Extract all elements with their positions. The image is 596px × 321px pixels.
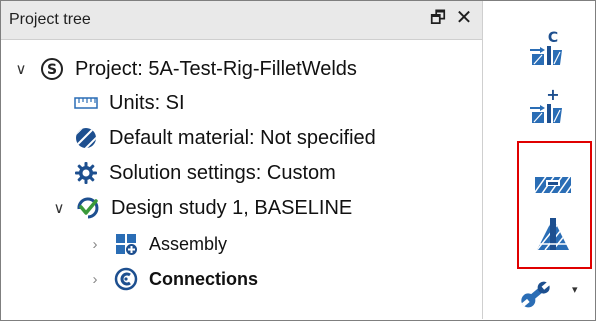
tree-item-connections[interactable]: › Connections xyxy=(85,262,258,296)
close-panel-button[interactable]: ✕ xyxy=(453,7,475,29)
svg-text:S: S xyxy=(47,62,57,78)
expand-toggle-assembly[interactable]: › xyxy=(85,236,105,253)
tree-label-assembly: Assembly xyxy=(149,233,228,254)
wrench-icon xyxy=(521,281,551,308)
tree-item-project[interactable]: ∨ S Project: 5A-Test-Rig-FilletWelds xyxy=(11,52,357,86)
highlight-box xyxy=(517,141,592,269)
expand-toggle-design-study[interactable]: ∨ xyxy=(49,199,69,217)
panel-titlebar: Project tree 🗗 ✕ xyxy=(1,1,482,40)
copy-connection-icon: C xyxy=(530,30,562,65)
add-connection-icon: + xyxy=(530,86,562,123)
tree-item-units[interactable]: Units: SI xyxy=(73,86,185,120)
material-icon xyxy=(73,125,99,151)
expand-toggle-connections[interactable]: › xyxy=(85,271,105,288)
tree-label-solution-settings: Solution settings: Custom xyxy=(109,161,336,184)
expand-toggle-project[interactable]: ∨ xyxy=(11,60,31,78)
svg-text:+: + xyxy=(546,86,559,104)
tree-item-design-study[interactable]: ∨ Design study 1, BASELINE xyxy=(49,191,353,225)
svg-text:C: C xyxy=(548,30,558,46)
project-tree-panel: Project tree 🗗 ✕ ∨ S Project: 5A-Test-Ri… xyxy=(1,1,483,319)
connections-icon xyxy=(113,266,139,292)
project-tree: ∨ S Project: 5A-Test-Rig-FilletWelds Uni… xyxy=(1,40,482,319)
ruler-icon xyxy=(73,90,99,116)
assembly-icon xyxy=(113,231,139,257)
copy-connection-button[interactable]: C xyxy=(526,28,566,68)
add-connection-button[interactable]: + xyxy=(526,86,566,126)
tree-label-material: Default material: Not specified xyxy=(109,126,376,149)
design-study-icon xyxy=(75,195,101,221)
float-panel-button[interactable]: 🗗 xyxy=(427,7,449,29)
tree-item-solution-settings[interactable]: Solution settings: Custom xyxy=(73,156,336,190)
tree-item-material[interactable]: Default material: Not specified xyxy=(73,121,376,155)
tree-label-project: Project: 5A-Test-Rig-FilletWelds xyxy=(75,57,357,80)
tree-label-connections: Connections xyxy=(149,268,259,289)
tree-label-design-study: Design study 1, BASELINE xyxy=(111,196,353,219)
panel-title: Project tree xyxy=(9,11,91,28)
wrench-tool-button[interactable] xyxy=(516,274,556,314)
project-icon: S xyxy=(39,56,65,82)
tree-item-assembly[interactable]: › Assembly xyxy=(85,227,227,261)
tree-label-units: Units: SI xyxy=(109,91,185,114)
toolbar-dropdown-arrow[interactable]: ▾ xyxy=(572,283,578,296)
gear-icon xyxy=(73,160,99,186)
